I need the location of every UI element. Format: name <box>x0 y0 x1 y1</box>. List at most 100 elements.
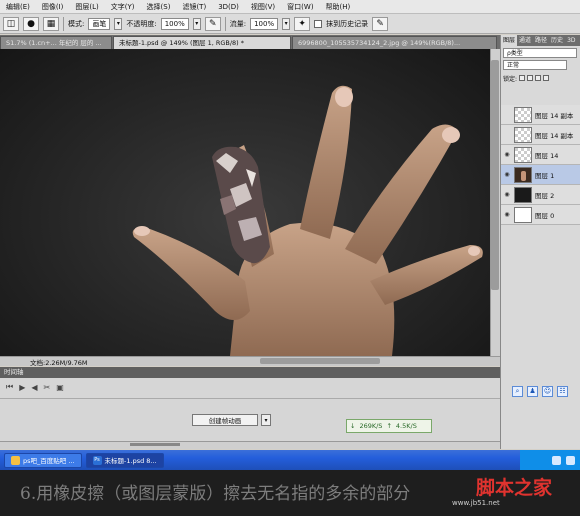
tutorial-caption: 6.用橡皮擦（或图层蒙版）擦去无名指的多余的部分 <box>20 484 411 504</box>
history-checkbox[interactable] <box>314 19 323 28</box>
menu-3d[interactable]: 3D(D) <box>212 3 245 11</box>
scissors-icon[interactable]: ✂ <box>44 383 51 392</box>
layer-row[interactable]: 图层 14 副本 <box>501 125 580 145</box>
eye-icon[interactable]: ◉ <box>503 211 511 218</box>
flow-field[interactable]: 100% <box>250 17 279 30</box>
group-icon[interactable]: ☷ <box>557 385 568 397</box>
chevron-down-icon[interactable]: ▾ <box>114 17 123 30</box>
status-bar: 文档:2.26M/9.76M <box>0 356 500 367</box>
brush-preset-icon[interactable]: ● <box>23 16 39 31</box>
opacity-label: 不透明度: <box>126 19 157 28</box>
tab-history[interactable]: 历史 <box>549 35 565 46</box>
link-icon[interactable]: ⌕ <box>512 385 523 397</box>
timeline-zoom-slider[interactable] <box>130 443 180 446</box>
eraser-tool-icon[interactable]: ◫ <box>3 16 19 31</box>
airbrush-icon[interactable]: ✦ <box>294 16 311 31</box>
play-icon[interactable]: ▶ <box>19 383 25 392</box>
menu-window[interactable]: 窗口(W) <box>281 2 319 12</box>
mode-select[interactable]: 画笔 <box>88 17 111 30</box>
layer-name: 图层 0 <box>535 211 555 220</box>
separator <box>63 16 64 31</box>
timeline-track <box>0 398 500 399</box>
taskbar: ps吧_百度贴吧 ... Ps 未标题-1.psd 8... <box>0 450 580 470</box>
layer-name: 图层 1 <box>535 171 555 180</box>
horizontal-scroll-thumb[interactable] <box>260 358 380 364</box>
network-speed-widget: ↓ 269K/S ↑ 4.5K/S <box>346 419 432 433</box>
layer-filter-select[interactable]: ρ类型 <box>503 48 577 58</box>
layer-thumbnail <box>514 126 532 143</box>
canvas[interactable] <box>0 49 490 356</box>
timeline-header[interactable]: 时间轴 <box>0 367 500 378</box>
pressure-size-icon[interactable]: ✎ <box>372 16 389 31</box>
vertical-scroll-thumb[interactable] <box>491 60 499 290</box>
panel-bottom-icons: ⌕ ♟ ☺ ☷ <box>512 384 576 398</box>
timeline-controls: ⏮ ▶ ◀ ✂ ▣ <box>0 380 120 394</box>
history-label: 抹到历史记录 <box>326 19 369 28</box>
taskbar-item-photoshop[interactable]: Ps 未标题-1.psd 8... <box>85 452 164 468</box>
layer-row[interactable]: ◉ 图层 0 <box>501 205 580 225</box>
eye-icon[interactable]: ◉ <box>503 171 511 178</box>
menu-filter[interactable]: 滤镜(T) <box>176 2 212 12</box>
document-tabs: S1.7% (1.cn+... 年纪的 层的 ... 未标题-1.psd @ 1… <box>0 35 500 49</box>
pressure-opacity-icon[interactable]: ✎ <box>204 16 221 31</box>
hand-image <box>132 85 483 356</box>
layer-row-selected[interactable]: ◉ 图层 1 <box>501 165 580 185</box>
chevron-down-icon[interactable]: ▾ <box>282 17 291 30</box>
eye-icon[interactable]: ◉ <box>503 151 511 158</box>
layer-thumbnail <box>514 166 532 183</box>
menu-image[interactable]: 图像(I) <box>36 2 70 12</box>
network-icon[interactable] <box>552 455 561 465</box>
lock-position-icon[interactable] <box>535 75 542 81</box>
menu-help[interactable]: 帮助(H) <box>320 2 357 12</box>
layer-name: 图层 14 副本 <box>535 131 574 140</box>
tab-channels[interactable]: 通道 <box>517 35 533 46</box>
layer-thumbnail <box>514 106 532 123</box>
layer-row[interactable]: ◉ 图层 14 <box>501 145 580 165</box>
create-frame-animation-button[interactable]: 创建帧动画 <box>192 414 258 426</box>
watermark-url: www.jb51.net <box>452 499 500 507</box>
volume-icon[interactable] <box>566 455 575 465</box>
layer-thumbnail <box>514 186 532 203</box>
menu-select[interactable]: 选择(S) <box>141 2 177 12</box>
panel-tabs: 图层 通道 路径 历史 3D <box>501 35 580 46</box>
menu-view[interactable]: 视图(V) <box>245 2 281 12</box>
tab-document-active[interactable]: 未标题-1.psd @ 149% (图层 1, RGB/8) * <box>113 36 291 49</box>
lock-pixels-icon[interactable] <box>527 75 534 81</box>
user-icon[interactable]: ☺ <box>542 385 553 397</box>
opacity-field[interactable]: 100% <box>160 17 189 30</box>
menu-type[interactable]: 文字(Y) <box>105 2 141 12</box>
tab-layers[interactable]: 图层 <box>501 35 518 46</box>
tab-document-3[interactable]: 6996800_105535734124_2.jpg @ 149%(RGB/8)… <box>292 36 497 49</box>
layer-name: 图层 2 <box>535 191 555 200</box>
separator <box>224 16 226 31</box>
flow-label: 流量: <box>229 19 247 28</box>
tab-paths[interactable]: 路径 <box>533 35 549 46</box>
doc-info: 文档:2.26M/9.76M <box>30 358 88 367</box>
person-icon[interactable]: ♟ <box>527 385 538 397</box>
chevron-down-icon[interactable]: ▾ <box>192 17 201 30</box>
taskbar-item-label: ps吧_百度贴吧 ... <box>23 457 75 465</box>
system-tray <box>520 450 580 470</box>
lock-row: 锁定: <box>503 73 577 83</box>
browser-icon <box>11 455 20 465</box>
prev-frame-icon[interactable]: ◀ <box>31 383 37 392</box>
first-frame-icon[interactable]: ⏮ <box>6 382 13 392</box>
brush-panel-icon[interactable]: ▦ <box>43 16 59 31</box>
eye-icon[interactable]: ◉ <box>503 191 511 198</box>
transition-icon[interactable]: ▣ <box>56 383 64 392</box>
taskbar-item-label: 未标题-1.psd 8... <box>104 457 157 465</box>
tab-3d[interactable]: 3D <box>565 35 577 46</box>
blend-mode-select[interactable]: 正常 <box>503 60 567 70</box>
taskbar-item-browser[interactable]: ps吧_百度贴吧 ... <box>4 452 82 468</box>
layer-row[interactable]: 图层 14 副本 <box>501 105 580 125</box>
lock-transparent-icon[interactable] <box>519 75 526 81</box>
lock-all-icon[interactable] <box>543 75 550 81</box>
layer-thumbnail <box>514 146 532 163</box>
menu-edit[interactable]: 编辑(E) <box>0 2 36 12</box>
options-bar: ◫ ● ▦ 模式: 画笔 ▾ 不透明度: 100% ▾ ✎ 流量: 100% ▾… <box>0 14 580 34</box>
tab-document-1[interactable]: S1.7% (1.cn+... 年纪的 层的 ... <box>0 36 112 49</box>
menu-layer[interactable]: 图层(L) <box>69 2 104 12</box>
photoshop-icon: Ps <box>92 455 102 465</box>
chevron-down-icon[interactable]: ▾ <box>261 414 271 426</box>
layer-row[interactable]: ◉ 图层 2 <box>501 185 580 205</box>
